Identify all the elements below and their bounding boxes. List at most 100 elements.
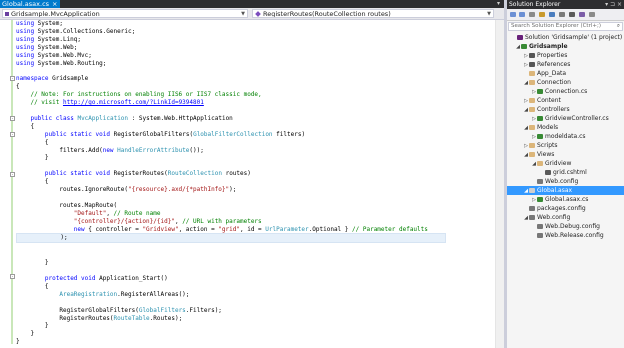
tree-item-label: Global.asax.cs [545,196,589,203]
tree-item[interactable]: ▷ Content [507,96,624,105]
tree-item[interactable]: ▷ Connection.cs [507,87,624,96]
config-file-icon [529,215,535,220]
config-file-icon [537,224,543,229]
tree-item-label: Gridsample [529,43,568,50]
tree-item-label: Web.config [537,214,571,221]
chevron-down-icon: ▼ [487,11,491,17]
folder-icon [529,143,535,148]
member-dropdown[interactable]: RegisterRoutes(RouteCollection routes) ▼ [252,9,494,18]
tree-item[interactable]: packages.config [507,204,624,213]
back-icon[interactable] [510,12,516,17]
document-tab-label: Global.asax.cs [2,0,50,8]
preview-icon[interactable] [589,12,595,17]
tree-item-label: Connection.cs [545,88,588,95]
tree-item[interactable]: App_Data [507,69,624,78]
type-dropdown[interactable]: Gridsample.MvcApplication ▼ [2,9,248,18]
csharp-project-icon [521,44,527,49]
collapse-icon[interactable]: - [10,132,15,137]
config-file-icon [529,206,535,211]
code-editor[interactable]: - - - - - using System; using System.Col… [0,20,504,348]
collapse-icon[interactable]: - [10,172,15,177]
tree-item[interactable]: Web.Debug.config [507,222,624,231]
solution-explorer-panel: Solution Explorer ▾ ⊐ × Search Solution … [507,0,624,348]
solution-explorer-title-bar: Solution Explorer ▾ ⊐ × [507,0,624,9]
tab-overflow-icon[interactable]: ▾ [497,0,500,8]
document-tab-bar: Global.asax.cs × ▾ [0,0,504,8]
current-line: ); [16,233,446,244]
collapse-icon[interactable]: - [10,274,15,279]
tree-item-label: Models [537,124,559,131]
razor-file-icon [545,170,551,175]
tree-item-label: packages.config [537,205,586,212]
config-file-icon [537,233,543,238]
pending-changes-icon[interactable] [539,12,545,17]
close-icon[interactable]: × [52,0,57,8]
tree-item[interactable]: ▷ References [507,60,624,69]
tree-item[interactable]: ◢ Views [507,150,624,159]
folder-icon [529,80,535,85]
tree-item-label: GridviewController.cs [545,115,609,122]
tree-item-label: Web.config [545,178,579,185]
folder-icon [529,125,535,130]
tree-item-label: modeldata.cs [545,133,586,140]
tree-item-label: grid.cshtml [553,169,587,176]
forward-icon[interactable] [519,12,525,17]
solution-icon [517,35,523,40]
tree-item-label: Content [537,97,561,104]
method-icon [255,11,261,17]
tree-item[interactable]: grid.cshtml [507,168,624,177]
class-icon [5,12,9,16]
tree-item-label: Web.Release.config [545,232,604,239]
panel-controls[interactable]: ▾ ⊐ × [605,0,622,9]
show-all-files-icon[interactable] [569,12,575,17]
refresh-icon[interactable] [549,12,555,17]
tree-item-label: Global.asax [537,187,573,194]
properties-icon[interactable] [579,12,585,17]
folder-icon [529,107,535,112]
chevron-down-icon: ▼ [241,11,245,17]
tree-item-label: Properties [537,52,568,59]
tree-item[interactable]: ▷ modeldata.cs [507,132,624,141]
tree-item[interactable]: ▷ Scripts [507,141,624,150]
tree-item[interactable]: ▷ Properties [507,51,624,60]
tree-item[interactable]: ◢ Models [507,123,624,132]
folder-icon [529,152,535,157]
solution-search-input[interactable]: Search Solution Explorer (Ctrl+;) ⌕ [508,22,623,31]
tree-item[interactable]: Solution 'Gridsample' (1 project) [507,33,624,42]
config-file-icon [537,179,543,184]
tree-item[interactable]: ▷ Global.asax.cs [507,195,624,204]
tree-item-label: Connection [537,79,571,86]
csharp-file-icon [537,116,543,121]
tree-item[interactable]: ◢ Gridsample [507,42,624,51]
tree-item[interactable]: Web.config [507,177,624,186]
tree-item[interactable]: ▷ GridviewController.cs [507,114,624,123]
tree-item[interactable]: Web.Release.config [507,231,624,240]
folder-icon [529,71,535,76]
wrench-icon [529,53,535,58]
tree-item[interactable]: ◢ Controllers [507,105,624,114]
tree-item[interactable]: ◢ Global.asax [507,186,624,195]
asax-file-icon [529,188,535,193]
tree-item[interactable]: ◢ Connection [507,78,624,87]
tree-item-label: Solution 'Gridsample' (1 project) [525,34,623,41]
code-text[interactable]: using System; using System.Collections.G… [16,20,446,346]
tree-item-label: Scripts [537,142,558,149]
search-placeholder: Search Solution Explorer (Ctrl+;) [511,23,601,29]
tree-item-label: Views [537,151,555,158]
search-icon: ⌕ [616,23,620,29]
ide-window: Global.asax.cs × ▾ Gridsample.MvcApplicat… [0,0,624,348]
collapse-all-icon[interactable] [559,12,565,17]
collapse-icon[interactable]: - [10,116,15,121]
tree-item[interactable]: ◢ Gridview [507,159,624,168]
tree-item[interactable]: ◢ Web.config [507,213,624,222]
collapse-icon[interactable]: - [10,76,15,81]
references-icon [529,62,535,67]
tree-item-label: References [537,61,571,68]
vertical-scrollbar[interactable] [495,20,504,348]
document-tab-global-asax-cs[interactable]: Global.asax.cs × [0,0,60,8]
tree-item-label: Gridview [545,160,572,167]
home-icon[interactable] [529,12,535,17]
tree-item-label: Web.Debug.config [545,223,600,230]
member-dropdown-value: RegisterRoutes(RouteCollection routes) [263,10,391,18]
folder-icon [537,161,543,166]
